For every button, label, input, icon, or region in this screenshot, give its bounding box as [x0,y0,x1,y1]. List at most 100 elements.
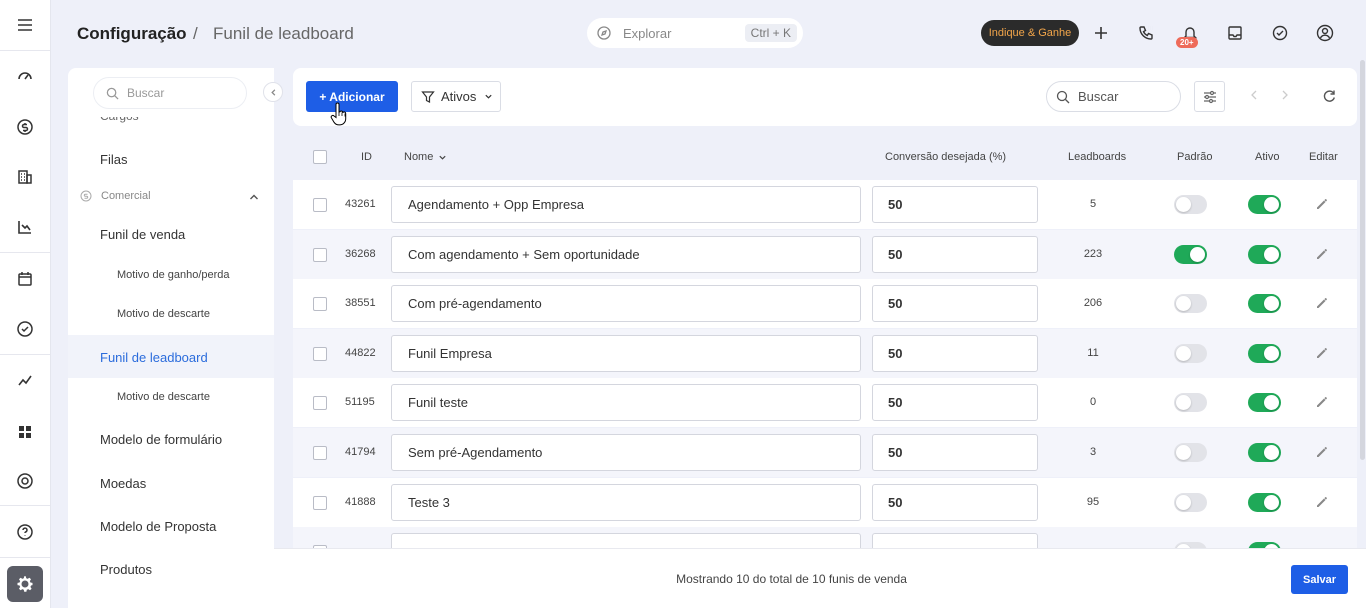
explore-placeholder: Explorar [623,25,672,41]
row-checkbox[interactable] [313,198,327,212]
collapse-sidebar-button[interactable] [263,82,283,102]
row-id: 36268 [345,247,376,260]
row-name-input[interactable]: Com agendamento + Sem oportunidade [391,235,861,273]
edit-pencil-icon[interactable] [1315,296,1329,310]
edit-pencil-icon[interactable] [1315,395,1329,409]
row-conversion-input[interactable]: 50 [872,186,1038,223]
nav-item-motivo-ganho[interactable]: Motivo de ganho/perda [117,269,230,281]
ativo-toggle[interactable] [1248,443,1281,462]
column-header-nome[interactable]: Nome [404,151,447,163]
row-checkbox[interactable] [313,346,327,361]
search-icon [1056,90,1070,104]
nav-item-modelo-proposta[interactable]: Modelo de Proposta [100,519,216,534]
building-icon[interactable] [13,165,37,189]
status-filter-dropdown[interactable]: Ativos [411,81,501,112]
row-checkbox[interactable] [313,247,327,262]
ativo-toggle[interactable] [1248,244,1281,264]
nav-section-comercial[interactable]: Comercial [80,190,151,202]
row-name-input[interactable] [391,533,861,548]
table-search-input[interactable]: Buscar [1046,81,1181,112]
compass-icon[interactable] [13,469,37,493]
row-conversion-input[interactable]: 50 [872,285,1038,323]
trend-icon[interactable] [13,368,37,392]
nav-item-motivo-descarte[interactable]: Motivo de descarte [117,308,210,320]
prev-page-icon[interactable] [1247,88,1261,102]
row-name-input[interactable]: Funil Empresa [391,334,861,372]
chart-icon[interactable] [13,215,37,239]
row-conversion-input[interactable]: 50 [872,384,1038,422]
check-circle-icon[interactable] [13,317,37,341]
row-name-input[interactable]: Sem pré-Agendamento [391,434,861,471]
phone-icon[interactable] [1137,24,1155,42]
row-checkbox[interactable] [313,446,327,460]
padrao-toggle[interactable] [1174,443,1207,462]
page-scrollbar[interactable] [1360,60,1365,460]
add-button[interactable]: + Adicionar [306,81,398,112]
column-settings-button[interactable] [1194,81,1225,112]
column-header-ativo: Ativo [1255,151,1280,163]
nav-item-motivo-descarte-leadboard[interactable]: Motivo de descarte [117,391,210,403]
inbox-icon[interactable] [1226,24,1244,42]
chevron-up-icon[interactable] [249,192,259,202]
row-checkbox[interactable] [313,396,327,411]
nav-item-funil-leadboard[interactable]: Funil de leadboard [100,350,208,365]
calendar-icon[interactable] [13,267,37,291]
ativo-toggle[interactable] [1248,393,1281,413]
padrao-toggle[interactable] [1174,343,1207,363]
ativo-toggle[interactable] [1248,343,1281,363]
ativo-toggle[interactable] [1248,294,1281,314]
table-row: 43261 Agendamento + Opp Empresa 50 5 [293,180,1357,229]
ativo-toggle[interactable] [1248,492,1281,512]
row-name-input[interactable]: Agendamento + Opp Empresa [391,186,861,223]
ativo-toggle[interactable] [1248,195,1281,214]
settings-gear-icon[interactable] [7,566,43,602]
row-checkbox[interactable] [313,297,327,312]
row-conversion-input[interactable] [872,533,1038,548]
padrao-toggle[interactable] [1174,294,1207,314]
task-check-icon[interactable] [1271,24,1289,42]
explore-search[interactable]: Explorar Ctrl + K [587,18,803,48]
next-page-icon[interactable] [1278,88,1292,102]
edit-pencil-icon[interactable] [1315,346,1329,360]
edit-pencil-icon[interactable] [1315,197,1329,211]
widgets-icon[interactable] [13,420,37,444]
dashboard-gauge-icon[interactable] [13,63,37,87]
sidebar-search-placeholder: Buscar [127,86,165,100]
edit-pencil-icon[interactable] [1315,247,1329,261]
select-all-checkbox[interactable] [313,150,327,164]
padrao-toggle[interactable] [1174,492,1207,512]
nav-item-moedas[interactable]: Moedas [100,476,146,491]
row-conversion-input[interactable]: 50 [872,334,1038,372]
edit-pencil-icon[interactable] [1315,445,1329,459]
row-conversion-input[interactable]: 50 [872,434,1038,471]
nav-item-filas[interactable]: Filas [100,152,127,167]
nav-item-modelo-formulario[interactable]: Modelo de formulário [100,432,222,447]
user-avatar-icon[interactable] [1316,24,1334,42]
row-checkbox[interactable] [313,495,327,510]
nav-item-cargos[interactable]: Cargos [100,117,139,123]
row-name-input[interactable]: Com pré-agendamento [391,285,861,323]
nav-item-funil-venda[interactable]: Funil de venda [100,227,185,242]
row-conversion-input[interactable]: 50 [872,235,1038,273]
dollar-icon[interactable] [13,115,37,139]
page-title: Configuração [77,24,187,43]
help-icon[interactable] [13,520,37,544]
row-conversion-input[interactable]: 50 [872,483,1038,521]
nav-item-produtos[interactable]: Produtos [100,562,152,577]
column-header-id[interactable]: ID [361,151,372,163]
rail-divider [0,354,50,355]
padrao-toggle[interactable] [1174,195,1207,214]
padrao-toggle[interactable] [1174,393,1207,413]
table-row: 41794 Sem pré-Agendamento 50 3 [293,428,1357,477]
row-name-input[interactable]: Teste 3 [391,483,861,521]
refresh-icon[interactable] [1321,88,1337,104]
menu-icon[interactable] [13,13,37,37]
save-button[interactable]: Salvar [1291,565,1348,594]
indique-ganhe-button[interactable]: Indique & Ganhe [981,20,1079,46]
plus-icon[interactable] [1092,24,1110,42]
row-name-input[interactable]: Funil teste [391,384,861,422]
sidebar-search-input[interactable]: Buscar [93,77,247,109]
column-header-conversao: Conversão desejada (%) [885,151,1007,163]
padrao-toggle[interactable] [1174,244,1207,264]
edit-pencil-icon[interactable] [1315,495,1329,509]
